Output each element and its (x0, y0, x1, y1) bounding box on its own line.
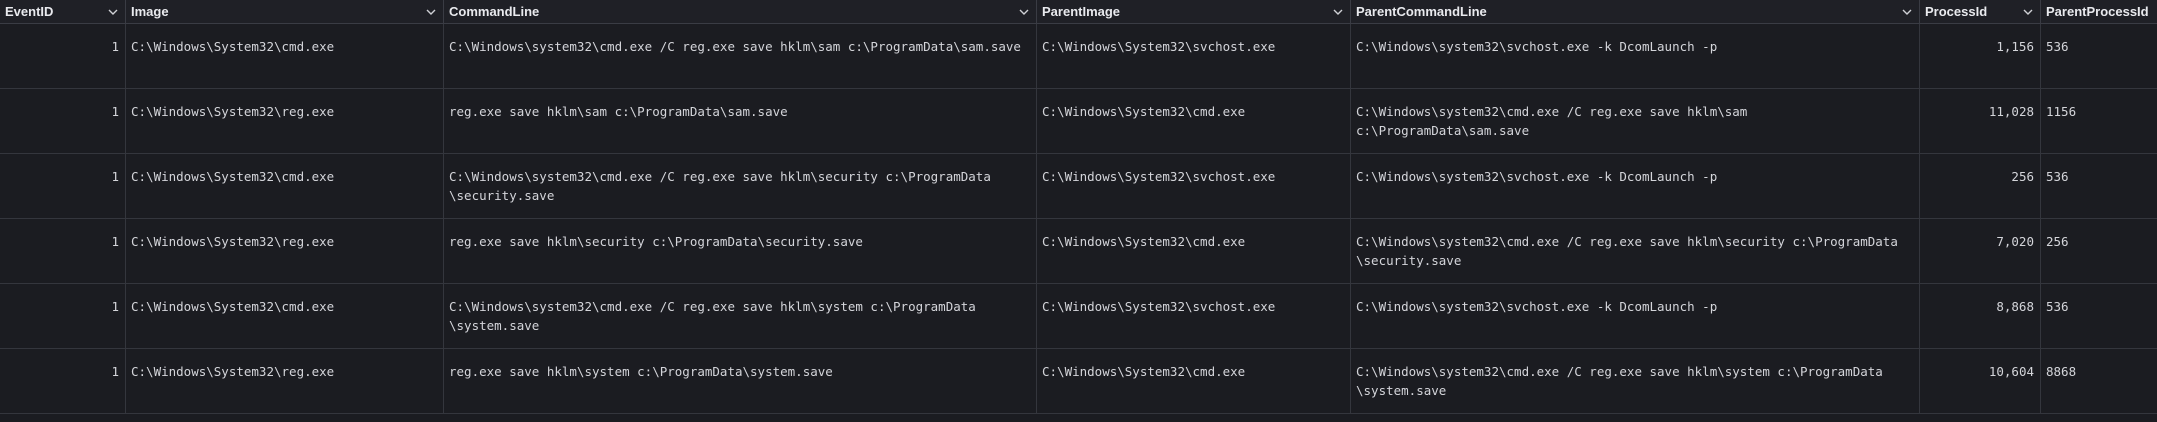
chevron-down-icon[interactable] (1902, 7, 1912, 17)
column-header-label: ParentImage (1042, 4, 1121, 19)
cell-image: C:\Windows\System32\reg.exe (126, 349, 444, 413)
cell-parentimage: C:\Windows\System32\svchost.exe (1037, 24, 1351, 88)
column-header-label: ProcessId (1925, 4, 1988, 19)
cell-eventid: 1 (0, 349, 126, 413)
cell-parentprocessid: 536 (2046, 39, 2069, 54)
cell-image: C:\Windows\System32\reg.exe (126, 89, 444, 153)
table-row[interactable]: 1 C:\Windows\System32\reg.exe reg.exe sa… (0, 219, 2157, 284)
table-row[interactable]: 1 C:\Windows\System32\cmd.exe C:\Windows… (0, 24, 2157, 89)
cell-parentprocessid: 8868 (2046, 364, 2077, 379)
cell-commandline: reg.exe save hklm\sam c:\ProgramData\sam… (444, 89, 1037, 153)
cell-eventid: 1 (0, 284, 126, 348)
cell-parentprocessid: 536 (2046, 169, 2069, 184)
column-header-label: ParentProcessId (2046, 4, 2149, 19)
cell-parentprocessid: 256 (2046, 234, 2069, 249)
cell-commandline: C:\Windows\system32\cmd.exe /C reg.exe s… (444, 284, 1037, 348)
table-row[interactable]: 1 C:\Windows\System32\cmd.exe C:\Windows… (0, 284, 2157, 349)
column-header-image[interactable]: Image (126, 0, 444, 24)
cell-parentcommandline: C:\Windows\system32\cmd.exe /C reg.exe s… (1351, 219, 1920, 283)
table-header: EventID Image CommandLine ParentImage Pa… (0, 0, 2157, 24)
cell-image: C:\Windows\System32\cmd.exe (126, 24, 444, 88)
cell-parentimage: C:\Windows\System32\cmd.exe (1037, 349, 1351, 413)
cell-parentimage: C:\Windows\System32\cmd.exe (1037, 89, 1351, 153)
cell-eventid: 1 (0, 89, 126, 153)
column-header-parentprocessid[interactable]: ParentProcessId (2041, 0, 2157, 24)
cell-image: C:\Windows\System32\reg.exe (126, 219, 444, 283)
events-table: EventID Image CommandLine ParentImage Pa… (0, 0, 2157, 422)
chevron-down-icon[interactable] (426, 7, 436, 17)
cell-parentcommandline: C:\Windows\system32\svchost.exe -k DcomL… (1351, 154, 1920, 218)
chevron-down-icon[interactable] (1333, 7, 1343, 17)
chevron-down-icon[interactable] (2023, 7, 2033, 17)
column-header-parentcommandline[interactable]: ParentCommandLine (1351, 0, 1920, 24)
cell-image: C:\Windows\System32\cmd.exe (126, 154, 444, 218)
cell-commandline: C:\Windows\system32\cmd.exe /C reg.exe s… (444, 24, 1037, 88)
cell-eventid: 1 (0, 24, 126, 88)
cell-processid: 10,604 (1920, 349, 2041, 413)
cell-parentprocessid: 1156 (2046, 104, 2077, 119)
column-header-processid[interactable]: ProcessId (1920, 0, 2041, 24)
cell-processid: 1,156 (1920, 24, 2041, 88)
column-header-commandline[interactable]: CommandLine (444, 0, 1037, 24)
chevron-down-icon[interactable] (108, 7, 118, 17)
cell-commandline: C:\Windows\system32\cmd.exe /C reg.exe s… (444, 154, 1037, 218)
chevron-down-icon[interactable] (1019, 7, 1029, 17)
cell-parentcommandline: C:\Windows\system32\cmd.exe /C reg.exe s… (1351, 349, 1920, 413)
cell-parentimage: C:\Windows\System32\svchost.exe (1037, 284, 1351, 348)
table-row[interactable]: 1 C:\Windows\System32\reg.exe reg.exe sa… (0, 349, 2157, 414)
cell-eventid: 1 (0, 154, 126, 218)
cell-processid: 7,020 (1920, 219, 2041, 283)
column-header-label: ParentCommandLine (1356, 4, 1487, 19)
cell-parentcommandline: C:\Windows\system32\svchost.exe -k DcomL… (1351, 24, 1920, 88)
column-header-eventid[interactable]: EventID (0, 0, 126, 24)
cell-commandline: reg.exe save hklm\security c:\ProgramDat… (444, 219, 1037, 283)
column-header-label: EventID (5, 4, 54, 19)
cell-processid: 8,868 (1920, 284, 2041, 348)
cell-parentcommandline: C:\Windows\system32\cmd.exe /C reg.exe s… (1351, 89, 1920, 153)
cell-parentimage: C:\Windows\System32\svchost.exe (1037, 154, 1351, 218)
column-header-label: CommandLine (449, 4, 540, 19)
cell-image: C:\Windows\System32\cmd.exe (126, 284, 444, 348)
column-header-label: Image (131, 4, 169, 19)
cell-parentimage: C:\Windows\System32\cmd.exe (1037, 219, 1351, 283)
table-row[interactable]: 1 C:\Windows\System32\cmd.exe C:\Windows… (0, 154, 2157, 219)
cell-eventid: 1 (0, 219, 126, 283)
cell-parentcommandline: C:\Windows\system32\svchost.exe -k DcomL… (1351, 284, 1920, 348)
column-header-parentimage[interactable]: ParentImage (1037, 0, 1351, 24)
cell-processid: 256 (1920, 154, 2041, 218)
cell-commandline: reg.exe save hklm\system c:\ProgramData\… (444, 349, 1037, 413)
table-row[interactable]: 1 C:\Windows\System32\reg.exe reg.exe sa… (0, 89, 2157, 154)
cell-parentprocessid: 536 (2046, 299, 2069, 314)
cell-processid: 11,028 (1920, 89, 2041, 153)
